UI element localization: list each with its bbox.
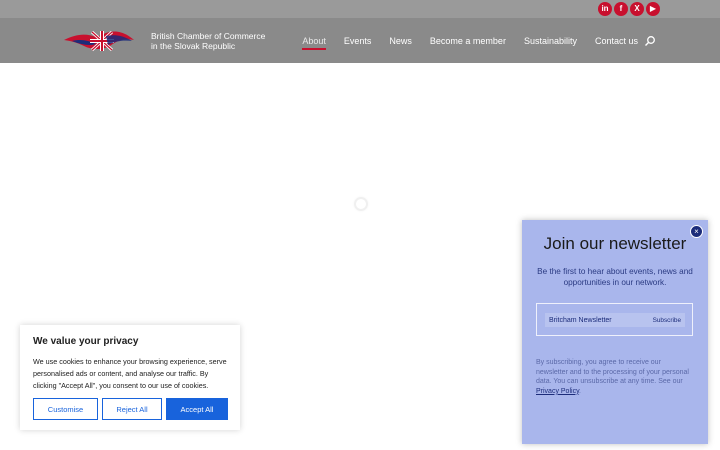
x-icon[interactable]: X <box>630 2 644 16</box>
britcham-logo-icon[interactable] <box>62 28 136 54</box>
nav-news[interactable]: News <box>389 32 412 50</box>
main-nav: About Events News Become a member Sustai… <box>284 18 656 63</box>
cookie-title: We value your privacy <box>33 336 139 347</box>
brand-name[interactable]: British Chamber of Commerce in the Slova… <box>151 31 265 51</box>
newsletter-form: Britcham Newsletter Subscribe <box>536 303 693 336</box>
site-header: British Chamber of Commerce in the Slova… <box>0 18 720 63</box>
newsletter-legal-end: . <box>579 387 581 395</box>
newsletter-legal-text: By subscribing, you agree to receive our… <box>536 359 689 386</box>
nav-about[interactable]: About <box>302 32 326 50</box>
newsletter-option[interactable]: Britcham Newsletter Subscribe <box>545 313 685 327</box>
cookie-consent-banner: We value your privacy We use cookies to … <box>20 325 240 430</box>
newsletter-legal: By subscribing, you agree to receive our… <box>536 358 694 396</box>
nav-become-member[interactable]: Become a member <box>430 32 506 50</box>
facebook-icon[interactable]: f <box>614 2 628 16</box>
newsletter-title: Join our newsletter <box>543 234 687 253</box>
accept-all-button[interactable]: Accept All <box>166 398 228 420</box>
social-links: in f X ▶ <box>598 2 660 16</box>
newsletter-popup: × Join our newsletter Be the first to he… <box>522 220 708 444</box>
brand-line-2: in the Slovak Republic <box>151 41 236 51</box>
cookie-text: We use cookies to enhance your browsing … <box>33 357 227 390</box>
search-icon[interactable] <box>644 35 656 47</box>
subscribe-button[interactable]: Subscribe <box>653 317 681 324</box>
newsletter-subtitle: Be the first to hear about events, news … <box>537 267 693 287</box>
nav-sustainability[interactable]: Sustainability <box>524 32 577 50</box>
brand-line-1: British Chamber of Commerce <box>151 31 266 41</box>
newsletter-option-label: Britcham Newsletter <box>549 316 612 324</box>
nav-events[interactable]: Events <box>344 32 372 50</box>
customise-button[interactable]: Customise <box>33 398 98 420</box>
nav-contact[interactable]: Contact us <box>595 32 638 50</box>
privacy-policy-link[interactable]: Privacy Policy <box>536 388 579 395</box>
linkedin-icon[interactable]: in <box>598 2 612 16</box>
cookie-buttons: Customise Reject All Accept All <box>33 398 228 420</box>
top-bar: in f X ▶ <box>0 0 720 18</box>
loading-spinner <box>354 197 368 211</box>
reject-all-button[interactable]: Reject All <box>102 398 162 420</box>
youtube-icon[interactable]: ▶ <box>646 2 660 16</box>
